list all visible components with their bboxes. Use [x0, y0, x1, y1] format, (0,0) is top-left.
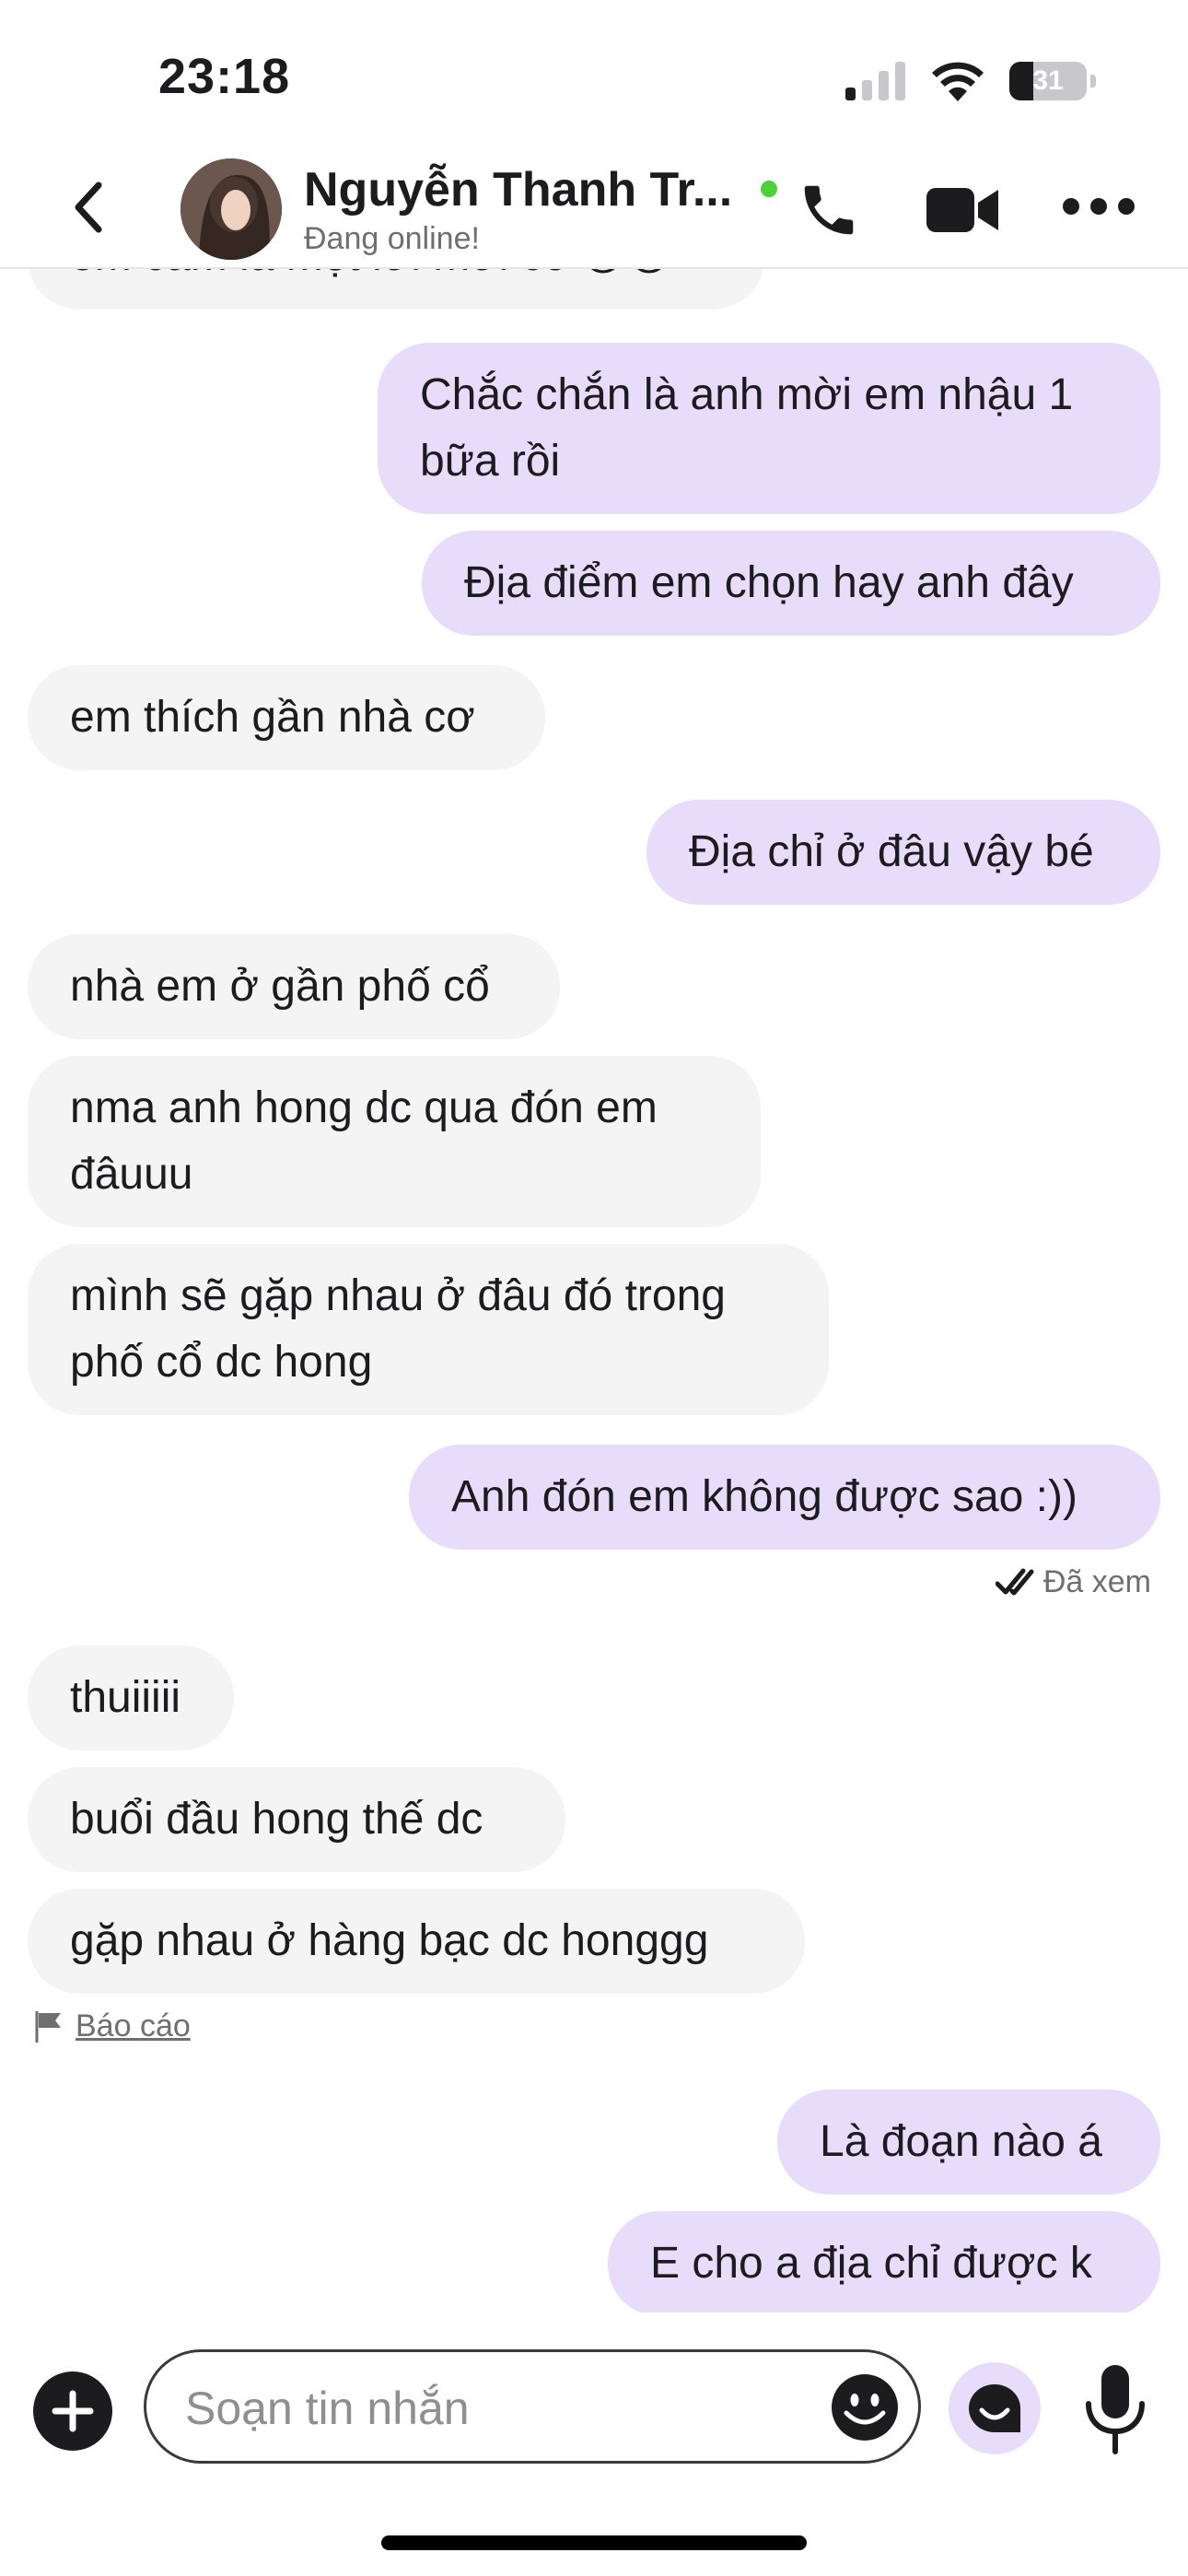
voice-record-button[interactable]: [1076, 2359, 1155, 2460]
message-bubble[interactable]: E cho a địa chỉ được k: [608, 2211, 1160, 2313]
flag-icon: [35, 2010, 61, 2043]
video-camera-icon: [926, 188, 998, 232]
message-input-box[interactable]: [144, 2349, 921, 2464]
contact-name[interactable]: Nguyễn Thanh Tr...: [304, 162, 732, 217]
message-text: em thích gần nhà cơ: [70, 693, 475, 742]
contact-status: Đang online!: [304, 221, 480, 256]
seen-label: Đã xem: [1042, 1564, 1151, 1599]
more-dots-icon: [1063, 198, 1135, 215]
add-attachment-button[interactable]: [33, 2371, 112, 2451]
cellular-signal-icon: [845, 62, 905, 100]
wifi-icon: [932, 62, 984, 101]
sticker-face-icon: [969, 2384, 1020, 2432]
message-bubble[interactable]: Địa chỉ ở đâu vậy bé: [646, 800, 1160, 905]
message-text: E cho a địa chỉ được k: [650, 2239, 1092, 2288]
smiley-icon: [832, 2374, 898, 2441]
message-bubble[interactable]: nma anh hong dc qua đón em đâuuu: [28, 1056, 761, 1227]
message-bubble[interactable]: nhà em ở gần phố cổ: [28, 934, 560, 1039]
chat-header: Nguyễn Thanh Tr... Đang online!: [0, 147, 1188, 269]
message-text: buổi đầu hong thế dc: [70, 1795, 483, 1844]
message-bubble[interactable]: Là đoạn nào á: [777, 2090, 1160, 2195]
report-label[interactable]: Báo cáo: [76, 2008, 191, 2044]
message-bubble[interactable]: em thích gần nhà cơ: [28, 665, 545, 770]
message-bubble[interactable]: em cảm là một lời mời có 😩😩: [28, 267, 764, 310]
double-check-icon: [995, 1568, 1034, 1595]
voice-call-button[interactable]: [794, 175, 864, 245]
message-input[interactable]: [183, 2378, 776, 2439]
message-text: Là đoạn nào á: [820, 2117, 1102, 2166]
status-bar: 23:18 31: [0, 0, 1188, 147]
back-button[interactable]: [55, 175, 120, 240]
home-indicator[interactable]: [381, 2535, 807, 2550]
avatar-photo: [181, 158, 282, 260]
report-link[interactable]: Báo cáo: [33, 2008, 191, 2044]
message-list[interactable]: em cảm là một lời mời có 😩😩 Chắc chắn là…: [0, 267, 1188, 2313]
status-time: 23:18: [158, 49, 291, 104]
seen-receipt: Đã xem: [995, 1564, 1151, 1600]
chevron-left-icon: [75, 181, 102, 233]
message-text: nma anh hong dc qua đón em đâuuu: [70, 1083, 658, 1199]
message-text: Địa điểm em chọn hay anh đây: [464, 558, 1074, 607]
message-text: Chắc chắn là anh mời em nhậu 1 bữa rồi: [420, 370, 1074, 486]
microphone-icon: [1086, 2365, 1145, 2454]
message-bubble[interactable]: buổi đầu hong thế dc: [28, 1767, 565, 1872]
more-options-button[interactable]: [1059, 188, 1138, 225]
message-text: Anh đón em không được sao :)): [451, 1472, 1077, 1521]
sticker-button[interactable]: [949, 2362, 1041, 2454]
message-text: gặp nhau ở hàng bạc dc honggg: [70, 1916, 709, 1965]
message-bubble[interactable]: Địa điểm em chọn hay anh đây: [422, 531, 1160, 636]
message-bubble[interactable]: gặp nhau ở hàng bạc dc honggg: [28, 1889, 805, 1994]
message-bubble[interactable]: Chắc chắn là anh mời em nhậu 1 bữa rồi: [378, 343, 1160, 514]
avatar[interactable]: [181, 158, 282, 260]
message-bubble[interactable]: thuiiiii: [28, 1645, 234, 1751]
message-text: mình sẽ gặp nhau ở đâu đó trong phố cổ d…: [70, 1271, 726, 1387]
plus-icon: [52, 2390, 94, 2432]
message-bubble[interactable]: Anh đón em không được sao :)): [409, 1445, 1160, 1550]
status-icons: 31: [845, 55, 1096, 107]
online-indicator: [761, 181, 777, 197]
battery-level: 31: [1032, 65, 1064, 96]
message-text: Địa chỉ ở đâu vậy bé: [689, 827, 1094, 876]
message-composer: [0, 2322, 1188, 2464]
video-call-button[interactable]: [926, 182, 1000, 238]
message-text: thuiiiii: [70, 1673, 181, 1722]
message-text: em cảm là một lời mời có 😩😩: [70, 267, 672, 289]
message-bubble[interactable]: mình sẽ gặp nhau ở đâu đó trong phố cổ d…: [28, 1244, 829, 1415]
emoji-button[interactable]: [828, 2371, 902, 2444]
message-text: nhà em ở gần phố cổ: [70, 962, 490, 1011]
battery-icon: 31: [1009, 62, 1096, 100]
phone-icon: [804, 185, 854, 235]
